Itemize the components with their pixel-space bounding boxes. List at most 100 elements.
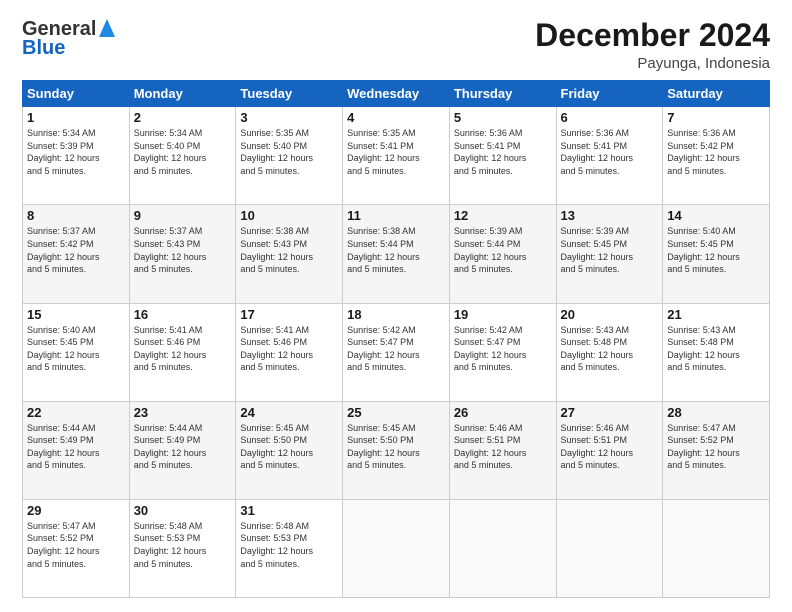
- day-number: 12: [454, 208, 552, 223]
- calendar-cell: 4 Sunrise: 5:35 AM Sunset: 5:41 PM Daylig…: [343, 107, 450, 205]
- day-info: Sunrise: 5:45 AM Sunset: 5:50 PM Dayligh…: [347, 422, 445, 472]
- calendar: Sunday Monday Tuesday Wednesday Thursday…: [22, 80, 770, 598]
- calendar-cell: 8Sunrise: 5:37 AM Sunset: 5:42 PM Daylig…: [23, 205, 130, 303]
- day-info: Sunrise: 5:36 AM Sunset: 5:41 PM Dayligh…: [454, 127, 552, 177]
- day-number: 14: [667, 208, 765, 223]
- col-thursday: Thursday: [449, 81, 556, 107]
- day-info: Sunrise: 5:40 AM Sunset: 5:45 PM Dayligh…: [27, 324, 125, 374]
- day-info: Sunrise: 5:36 AM Sunset: 5:42 PM Dayligh…: [667, 127, 765, 177]
- calendar-cell: 19 Sunrise: 5:42 AM Sunset: 5:47 PM Dayli…: [449, 303, 556, 401]
- day-number: 25: [347, 405, 445, 420]
- day-info: Sunrise: 5:36 AM Sunset: 5:41 PM Dayligh…: [561, 127, 659, 177]
- day-info: Sunrise: 5:39 AM Sunset: 5:44 PM Dayligh…: [454, 225, 552, 275]
- top-section: General Blue December 2024 Payunga, Indo…: [22, 18, 770, 72]
- col-wednesday: Wednesday: [343, 81, 450, 107]
- calendar-cell: 28 Sunrise: 5:47 AM Sunset: 5:52 PM Dayli…: [663, 401, 770, 499]
- calendar-cell: [449, 499, 556, 597]
- day-number: 1: [27, 110, 125, 125]
- calendar-cell: 6 Sunrise: 5:36 AM Sunset: 5:41 PM Daylig…: [556, 107, 663, 205]
- day-info: Sunrise: 5:48 AM Sunset: 5:53 PM Dayligh…: [134, 520, 232, 570]
- calendar-week-row-2: 8Sunrise: 5:37 AM Sunset: 5:42 PM Daylig…: [23, 205, 770, 303]
- calendar-week-row-4: 22 Sunrise: 5:44 AM Sunset: 5:49 PM Dayli…: [23, 401, 770, 499]
- calendar-cell: 27 Sunrise: 5:46 AM Sunset: 5:51 PM Dayli…: [556, 401, 663, 499]
- day-info: Sunrise: 5:38 AM Sunset: 5:44 PM Dayligh…: [347, 225, 445, 275]
- day-number: 4: [347, 110, 445, 125]
- calendar-cell: 1Sunrise: 5:34 AM Sunset: 5:39 PM Daylig…: [23, 107, 130, 205]
- day-number: 28: [667, 405, 765, 420]
- logo-triangle-icon: [99, 19, 115, 37]
- page: General Blue December 2024 Payunga, Indo…: [0, 0, 792, 612]
- day-number: 8: [27, 208, 125, 223]
- logo: General Blue: [22, 18, 115, 60]
- day-number: 18: [347, 307, 445, 322]
- day-number: 23: [134, 405, 232, 420]
- calendar-cell: [663, 499, 770, 597]
- day-info: Sunrise: 5:48 AM Sunset: 5:53 PM Dayligh…: [240, 520, 338, 570]
- day-number: 9: [134, 208, 232, 223]
- day-info: Sunrise: 5:42 AM Sunset: 5:47 PM Dayligh…: [347, 324, 445, 374]
- day-info: Sunrise: 5:45 AM Sunset: 5:50 PM Dayligh…: [240, 422, 338, 472]
- day-info: Sunrise: 5:42 AM Sunset: 5:47 PM Dayligh…: [454, 324, 552, 374]
- calendar-cell: 31 Sunrise: 5:48 AM Sunset: 5:53 PM Dayli…: [236, 499, 343, 597]
- calendar-header-row: Sunday Monday Tuesday Wednesday Thursday…: [23, 81, 770, 107]
- day-number: 22: [27, 405, 125, 420]
- day-number: 6: [561, 110, 659, 125]
- calendar-cell: 21 Sunrise: 5:43 AM Sunset: 5:48 PM Dayli…: [663, 303, 770, 401]
- calendar-cell: 10Sunrise: 5:38 AM Sunset: 5:43 PM Dayli…: [236, 205, 343, 303]
- calendar-cell: 23Sunrise: 5:44 AM Sunset: 5:49 PM Dayli…: [129, 401, 236, 499]
- calendar-week-row-5: 29 Sunrise: 5:47 AM Sunset: 5:52 PM Dayli…: [23, 499, 770, 597]
- calendar-cell: 16 Sunrise: 5:41 AM Sunset: 5:46 PM Dayli…: [129, 303, 236, 401]
- day-number: 2: [134, 110, 232, 125]
- calendar-cell: [343, 499, 450, 597]
- day-info: Sunrise: 5:43 AM Sunset: 5:48 PM Dayligh…: [561, 324, 659, 374]
- day-info: Sunrise: 5:34 AM Sunset: 5:40 PM Dayligh…: [134, 127, 232, 177]
- calendar-cell: 15 Sunrise: 5:40 AM Sunset: 5:45 PM Dayli…: [23, 303, 130, 401]
- day-info: Sunrise: 5:38 AM Sunset: 5:43 PM Dayligh…: [240, 225, 338, 275]
- calendar-cell: 26Sunrise: 5:46 AM Sunset: 5:51 PM Dayli…: [449, 401, 556, 499]
- day-number: 5: [454, 110, 552, 125]
- day-info: Sunrise: 5:41 AM Sunset: 5:46 PM Dayligh…: [240, 324, 338, 374]
- calendar-cell: [556, 499, 663, 597]
- day-info: Sunrise: 5:44 AM Sunset: 5:49 PM Dayligh…: [27, 422, 125, 472]
- day-number: 13: [561, 208, 659, 223]
- day-number: 19: [454, 307, 552, 322]
- day-number: 3: [240, 110, 338, 125]
- day-number: 15: [27, 307, 125, 322]
- day-info: Sunrise: 5:41 AM Sunset: 5:46 PM Dayligh…: [134, 324, 232, 374]
- day-number: 27: [561, 405, 659, 420]
- month-title: December 2024: [535, 18, 770, 53]
- calendar-cell: 7 Sunrise: 5:36 AM Sunset: 5:42 PM Daylig…: [663, 107, 770, 205]
- day-number: 21: [667, 307, 765, 322]
- calendar-cell: 30 Sunrise: 5:48 AM Sunset: 5:53 PM Dayli…: [129, 499, 236, 597]
- day-info: Sunrise: 5:46 AM Sunset: 5:51 PM Dayligh…: [561, 422, 659, 472]
- day-number: 30: [134, 503, 232, 518]
- day-info: Sunrise: 5:46 AM Sunset: 5:51 PM Dayligh…: [454, 422, 552, 472]
- day-info: Sunrise: 5:43 AM Sunset: 5:48 PM Dayligh…: [667, 324, 765, 374]
- day-info: Sunrise: 5:40 AM Sunset: 5:45 PM Dayligh…: [667, 225, 765, 275]
- calendar-week-row-1: 1Sunrise: 5:34 AM Sunset: 5:39 PM Daylig…: [23, 107, 770, 205]
- col-tuesday: Tuesday: [236, 81, 343, 107]
- calendar-cell: 9Sunrise: 5:37 AM Sunset: 5:43 PM Daylig…: [129, 205, 236, 303]
- day-number: 7: [667, 110, 765, 125]
- day-number: 20: [561, 307, 659, 322]
- day-number: 31: [240, 503, 338, 518]
- col-friday: Friday: [556, 81, 663, 107]
- calendar-cell: 24 Sunrise: 5:45 AM Sunset: 5:50 PM Dayli…: [236, 401, 343, 499]
- location: Payunga, Indonesia: [535, 55, 770, 72]
- day-number: 29: [27, 503, 125, 518]
- day-info: Sunrise: 5:35 AM Sunset: 5:41 PM Dayligh…: [347, 127, 445, 177]
- calendar-cell: 5 Sunrise: 5:36 AM Sunset: 5:41 PM Daylig…: [449, 107, 556, 205]
- col-sunday: Sunday: [23, 81, 130, 107]
- day-info: Sunrise: 5:47 AM Sunset: 5:52 PM Dayligh…: [667, 422, 765, 472]
- day-info: Sunrise: 5:35 AM Sunset: 5:40 PM Dayligh…: [240, 127, 338, 177]
- calendar-cell: 20 Sunrise: 5:43 AM Sunset: 5:48 PM Dayli…: [556, 303, 663, 401]
- calendar-cell: 2 Sunrise: 5:34 AM Sunset: 5:40 PM Daylig…: [129, 107, 236, 205]
- day-number: 16: [134, 307, 232, 322]
- title-section: December 2024 Payunga, Indonesia: [535, 18, 770, 72]
- col-saturday: Saturday: [663, 81, 770, 107]
- col-monday: Monday: [129, 81, 236, 107]
- calendar-cell: 17Sunrise: 5:41 AM Sunset: 5:46 PM Dayli…: [236, 303, 343, 401]
- calendar-cell: 12 Sunrise: 5:39 AM Sunset: 5:44 PM Dayli…: [449, 205, 556, 303]
- day-number: 24: [240, 405, 338, 420]
- day-info: Sunrise: 5:47 AM Sunset: 5:52 PM Dayligh…: [27, 520, 125, 570]
